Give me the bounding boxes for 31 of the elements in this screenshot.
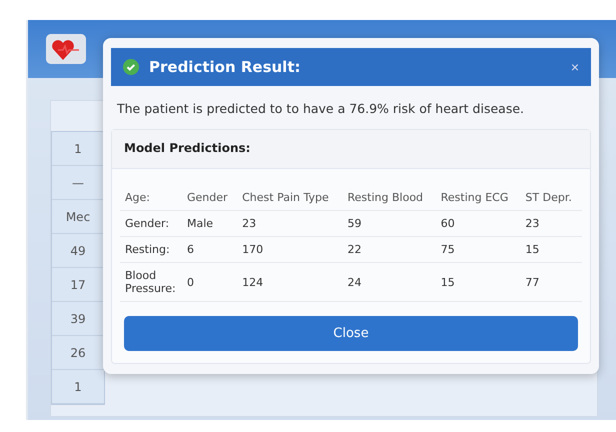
card-title: Model Predictions: (112, 130, 590, 169)
row-header: Blood Pressure: (120, 262, 182, 302)
table-cell: 15 (436, 262, 520, 302)
table-cell: 59 (342, 210, 436, 236)
table-cell: 170 (237, 236, 343, 262)
check-icon (123, 59, 139, 75)
dialog-title: Prediction Result: (149, 58, 302, 76)
row-header: Resting: (120, 236, 182, 262)
table-cell: 23 (520, 210, 582, 236)
row-header: Gender: (120, 210, 182, 236)
heart-icon (46, 34, 86, 64)
close-button[interactable]: Close (124, 316, 578, 351)
table-cell: 60 (436, 210, 520, 236)
table-cell: 22 (342, 236, 436, 262)
table-cell: Male (182, 210, 238, 236)
table-cell: 75 (436, 236, 520, 262)
table-cell: 0 (182, 262, 238, 302)
table-cell: 1 (52, 370, 104, 404)
column-header: Chest Pain Type (237, 181, 343, 210)
column-header: Resting Blood (342, 181, 436, 210)
table-cell: 77 (520, 262, 582, 302)
column-header: Resting ECG (436, 181, 520, 210)
table-cell: 124 (237, 262, 343, 302)
column-header: Gender (182, 181, 238, 210)
result-message: The patient is predicted to to have a 76.9% risk of heart disease. (116, 100, 526, 118)
row-header: Age: (120, 181, 182, 210)
table-cell: 6 (182, 236, 238, 262)
table-cell: 15 (520, 236, 582, 262)
table-cell: 23 (237, 210, 343, 236)
table-cell: 24 (342, 262, 436, 302)
column-header: ST Depr. (520, 181, 582, 210)
